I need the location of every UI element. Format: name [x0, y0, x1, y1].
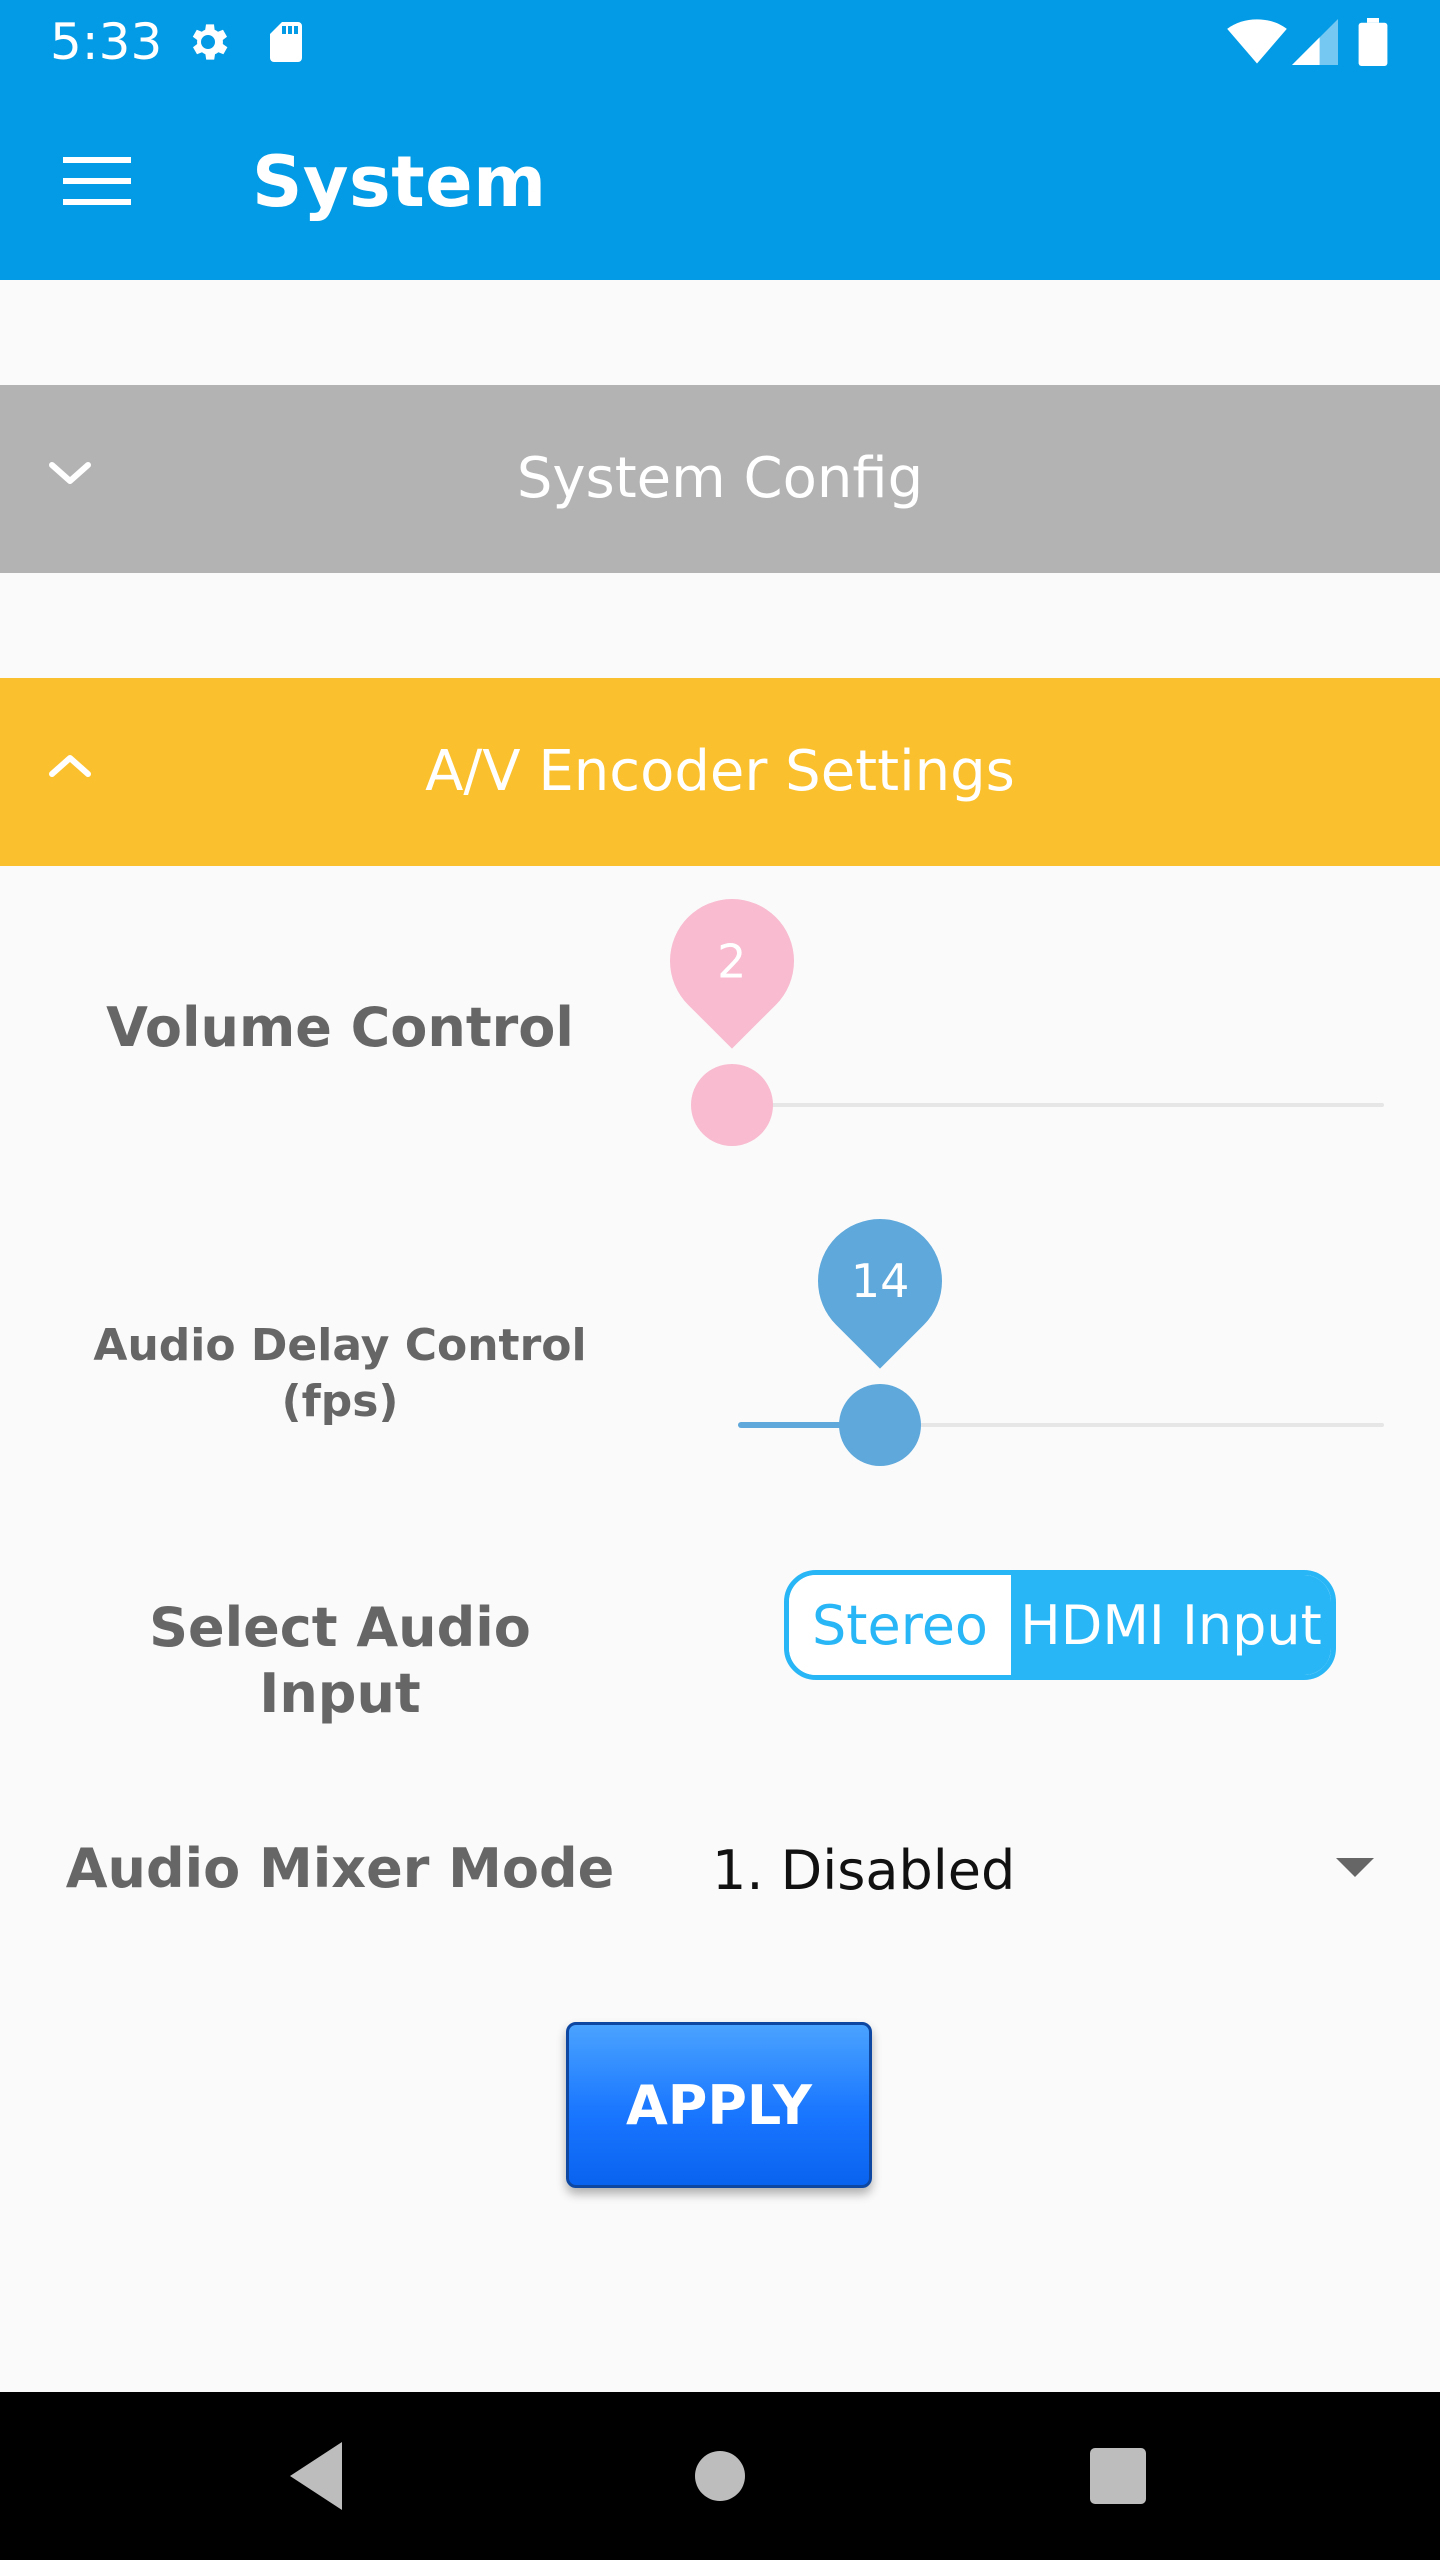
audio-delay-slider-thumb[interactable]	[839, 1384, 922, 1466]
av-encoder-settings-title: A/V Encoder Settings	[425, 739, 1015, 804]
audio-mixer-mode-dropdown[interactable]: 1. Disabled	[700, 1820, 1380, 1920]
cell-signal-icon	[1292, 18, 1338, 66]
status-bar: 5:33	[0, 0, 1440, 84]
audio-input-label: Select Audio Input	[149, 1596, 531, 1725]
sd-card-icon	[262, 18, 310, 66]
volume-slider-track	[712, 1103, 1384, 1107]
audio-delay-value: 14	[850, 1254, 910, 1309]
segment-hdmi-input[interactable]: HDMI Input	[1011, 1575, 1331, 1675]
battery-icon	[1358, 18, 1388, 66]
dropdown-arrow-icon	[1336, 1858, 1374, 1877]
apply-button[interactable]: APPLY	[566, 2022, 872, 2188]
hamburger-menu-icon	[63, 155, 131, 212]
app-bar: System	[0, 84, 1440, 280]
chevron-down-icon	[46, 449, 94, 497]
audio-delay-slider[interactable]: 14	[738, 1193, 1384, 1466]
back-icon[interactable]	[276, 2436, 356, 2516]
wifi-icon	[1226, 18, 1288, 66]
audio-input-segmented-control: Stereo HDMI Input	[784, 1570, 1336, 1680]
app-title: System	[252, 141, 547, 223]
recents-icon[interactable]	[1078, 2436, 1158, 2516]
settings-icon	[184, 18, 232, 66]
audio-mixer-mode-value: 1. Disabled	[712, 1838, 1016, 1902]
audio-mixer-mode-label: Audio Mixer Mode	[65, 1837, 615, 1900]
audio-delay-value-bubble: 14	[792, 1193, 968, 1369]
chevron-up-icon	[46, 742, 94, 790]
status-time: 5:33	[50, 13, 163, 71]
av-encoder-settings-header[interactable]: A/V Encoder Settings	[0, 678, 1440, 866]
navigation-bar	[0, 2392, 1440, 2560]
volume-control-label: Volume Control	[106, 996, 574, 1059]
home-icon[interactable]	[680, 2436, 760, 2516]
system-config-title: System Config	[516, 446, 924, 511]
segment-stereo[interactable]: Stereo	[789, 1575, 1011, 1675]
system-config-header[interactable]: System Config	[0, 385, 1440, 573]
volume-slider[interactable]: 2	[644, 873, 1384, 1146]
volume-value: 2	[717, 934, 747, 988]
menu-button[interactable]	[44, 138, 150, 228]
screen: 5:33 System System Config A/V Encoder Se…	[0, 0, 1440, 2560]
audio-delay-label: Audio Delay Control (fps)	[93, 1320, 587, 1427]
volume-value-bubble: 2	[644, 873, 820, 1049]
volume-slider-thumb[interactable]	[691, 1064, 774, 1146]
